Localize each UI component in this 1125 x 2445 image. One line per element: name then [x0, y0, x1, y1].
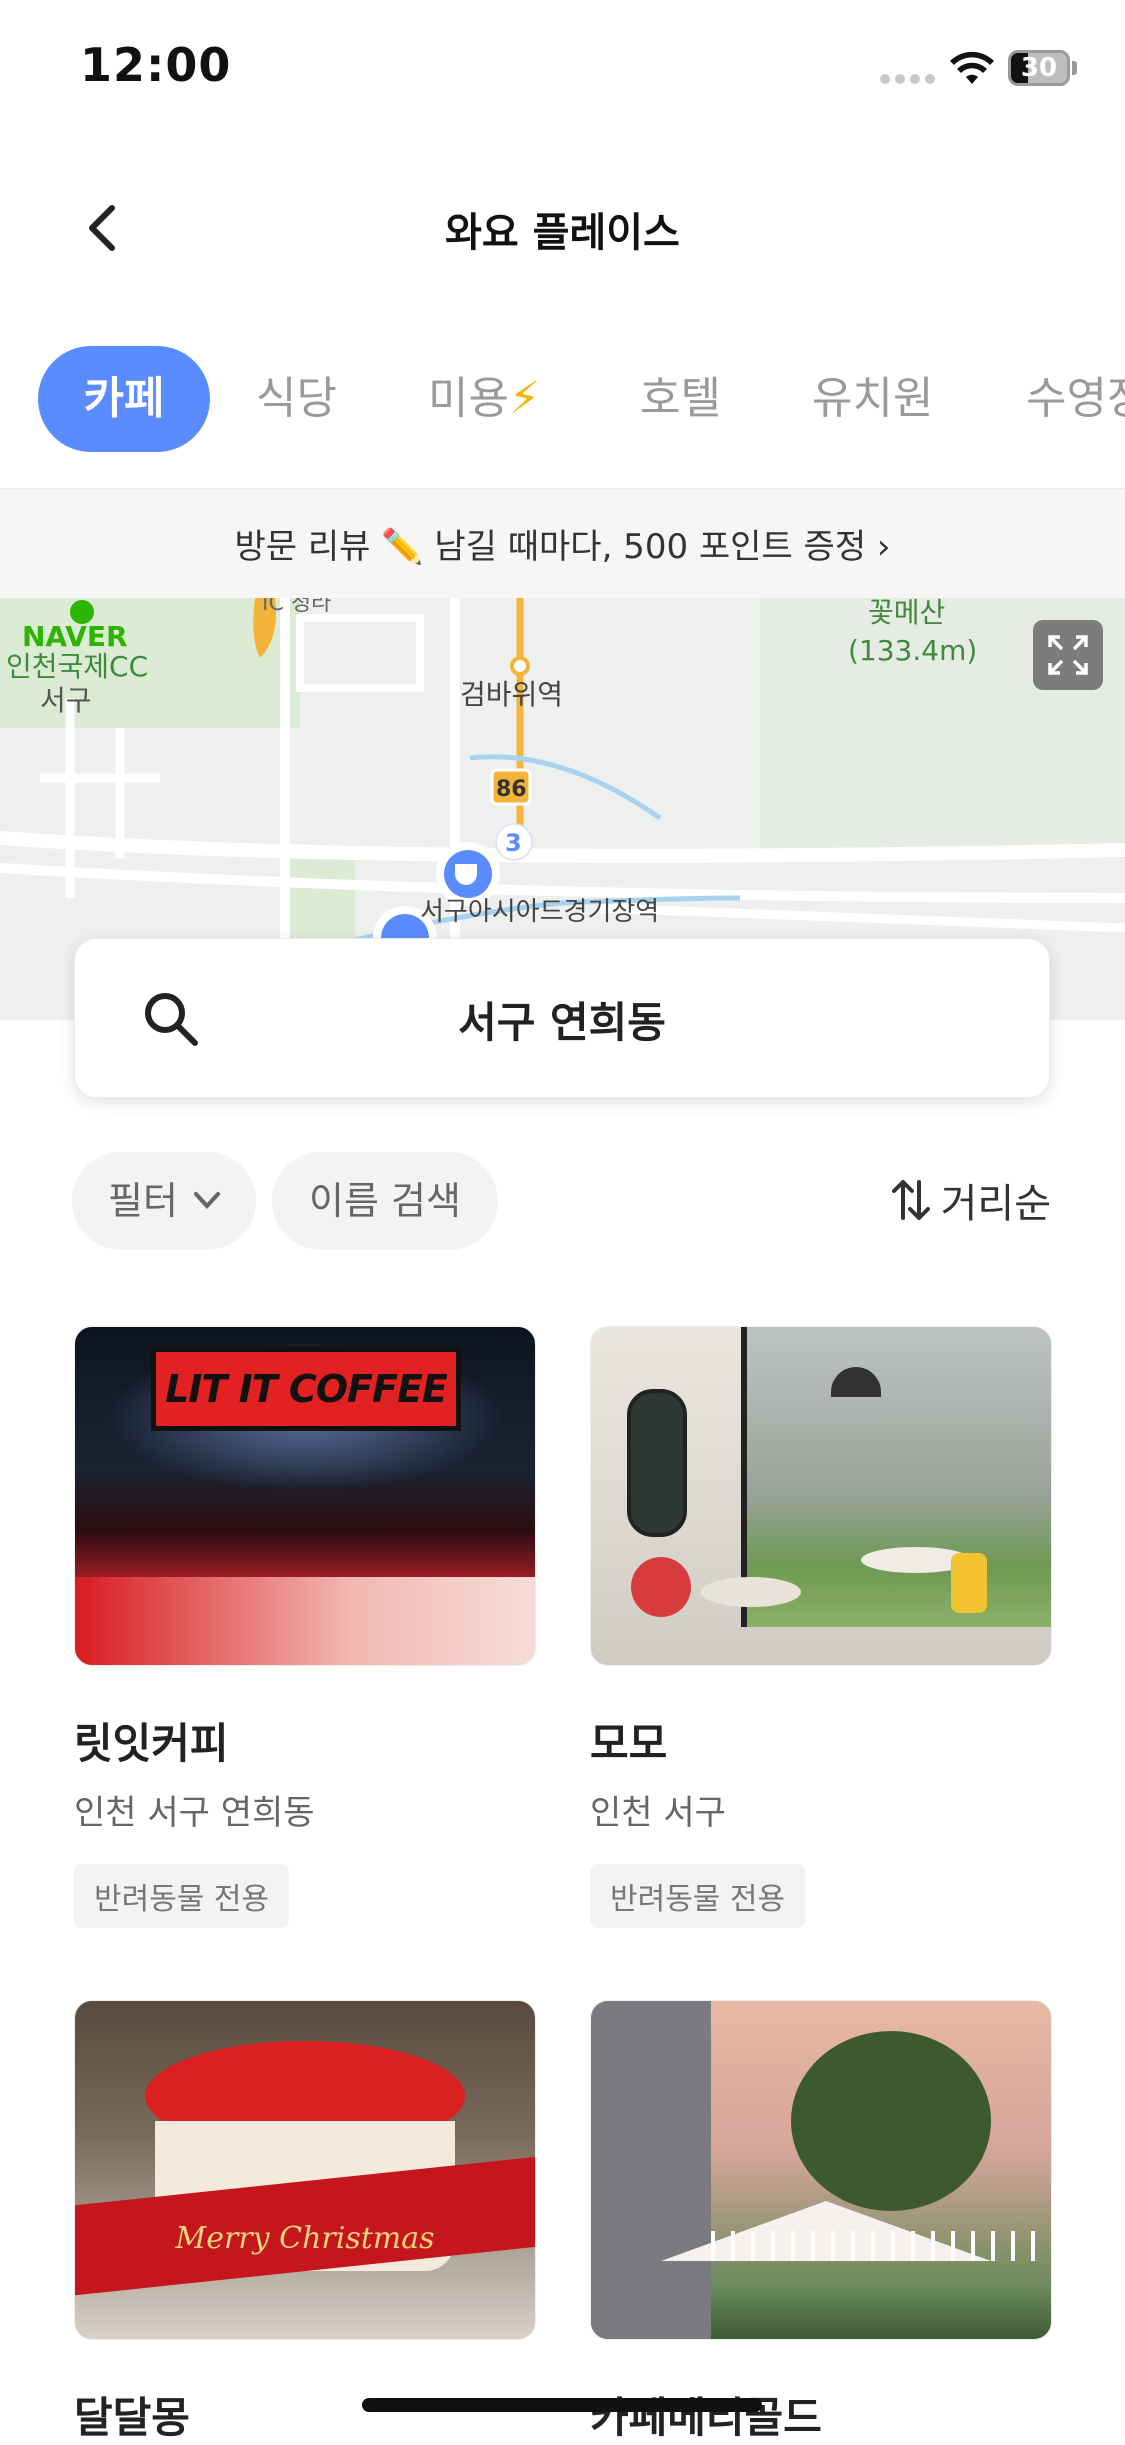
- tab-cafe[interactable]: 카페: [38, 346, 210, 452]
- map-label-station: 검바위역: [460, 678, 563, 711]
- map-label-cc: 인천국제CC: [6, 650, 148, 683]
- place-card[interactable]: 카페메리골드: [590, 2000, 1052, 2445]
- place-photo: Merry Christmas: [74, 2000, 536, 2340]
- navigation-bar: 와요 플레이스: [0, 180, 1125, 280]
- battery-level: 30: [1020, 53, 1058, 83]
- map-label-seogu: 서구: [40, 684, 92, 717]
- place-name: 모모: [590, 1719, 668, 1768]
- tab-beauty[interactable]: 미용⚡: [428, 346, 540, 452]
- sort-label: 거리순: [940, 1181, 1051, 1227]
- map-label-stadium: 서구아시아드경기장역: [420, 897, 659, 927]
- chevron-down-icon: [194, 1192, 220, 1209]
- naver-logo: NAVER: [22, 620, 128, 653]
- place-card[interactable]: LIT IT COFFEE 릿잇커피 인천 서구 연희동 반려동물 전용: [74, 1326, 536, 1928]
- battery-icon: 30: [1008, 50, 1078, 88]
- search-location-text: 서구 연희동: [458, 998, 666, 1047]
- tab-restaurant[interactable]: 식당: [256, 346, 337, 452]
- tab-label: 수영장: [1026, 373, 1125, 424]
- cluster-count: 3: [505, 829, 522, 857]
- lightning-icon: ⚡: [508, 373, 540, 424]
- review-points-banner[interactable]: 방문 리뷰 ✏️ 남길 때마다, 500 포인트 증정 ›: [0, 488, 1125, 599]
- sort-icon: [891, 1180, 930, 1220]
- place-card[interactable]: Merry Christmas 달달몽: [74, 2000, 536, 2445]
- place-location: 인천 서구: [590, 1793, 726, 1833]
- filter-button[interactable]: 필터: [72, 1152, 256, 1250]
- tab-label: 카페: [83, 373, 165, 424]
- location-search-box[interactable]: 서구 연희동: [74, 938, 1050, 1098]
- ribbon-text: Merry Christmas: [175, 2221, 435, 2256]
- place-location: 인천 서구 연희동: [74, 1793, 315, 1833]
- filter-label: 필터: [108, 1179, 178, 1223]
- tab-hotel[interactable]: 호텔: [640, 346, 721, 452]
- map-label-ic: IC 청라: [262, 598, 331, 616]
- status-time: 12:00: [80, 38, 232, 92]
- page-title: 와요 플레이스: [445, 210, 680, 256]
- home-indicator: [362, 2398, 762, 2412]
- name-search-button[interactable]: 이름 검색: [272, 1152, 498, 1250]
- place-photo: [590, 1326, 1052, 1666]
- place-photo: [590, 2000, 1052, 2340]
- banner-text: 방문 리뷰 ✏️ 남길 때마다, 500 포인트 증정 ›: [234, 527, 891, 567]
- expand-map-button[interactable]: [1033, 620, 1103, 690]
- tab-kindergarten[interactable]: 유치원: [812, 346, 933, 452]
- tab-label: 호텔: [640, 373, 721, 424]
- map-label-mountain: 꽃메산: [868, 598, 945, 629]
- sign-text: LIT IT COFFEE: [165, 1367, 448, 1411]
- tab-label: 유치원: [812, 373, 934, 424]
- tab-swimming-pool[interactable]: 수영장: [1026, 346, 1125, 452]
- pet-only-badge: 반려동물 전용: [590, 1864, 806, 1928]
- category-tabs: 카페 식당 미용⚡ 호텔 유치원 수영장: [0, 346, 1125, 454]
- status-bar: 12:00 30: [0, 0, 1125, 140]
- place-card[interactable]: 모모 인천 서구 반려동물 전용: [590, 1326, 1052, 1928]
- cellular-signal-icon: [880, 72, 936, 86]
- tab-label: 식당: [256, 373, 337, 424]
- route-number: 86: [496, 777, 527, 802]
- place-name: 릿잇커피: [74, 1719, 229, 1768]
- wifi-icon: [950, 51, 994, 84]
- tab-label: 미용: [428, 373, 509, 424]
- sort-button[interactable]: 거리순: [891, 1172, 1051, 1228]
- pet-only-badge: 반려동물 전용: [74, 1864, 290, 1928]
- name-search-label: 이름 검색: [309, 1179, 461, 1223]
- expand-icon: [1048, 635, 1088, 675]
- place-photo: LIT IT COFFEE: [74, 1326, 536, 1666]
- map-label-mountain-height: (133.4m): [848, 634, 977, 667]
